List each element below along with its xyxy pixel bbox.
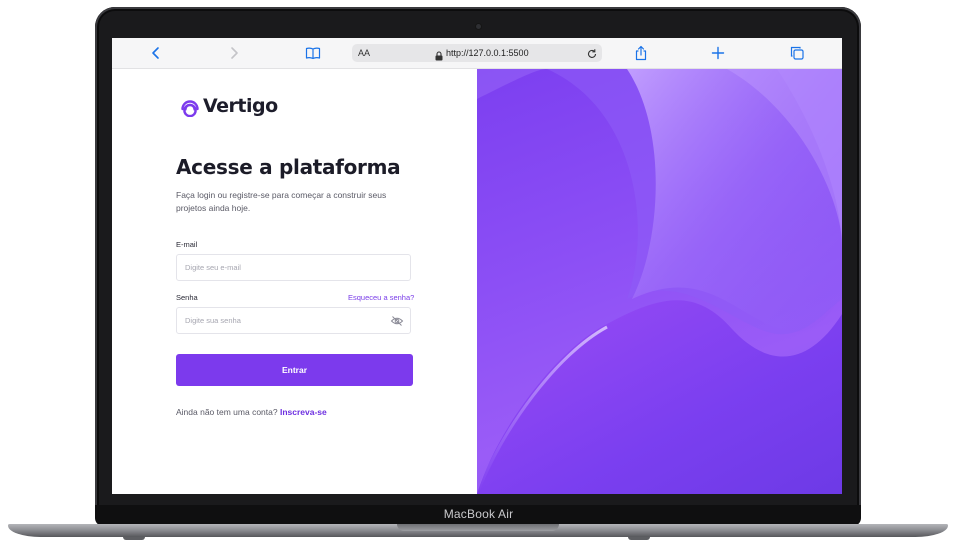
page-title: Acesse a plataforma [176, 155, 401, 179]
laptop-notch [397, 524, 559, 531]
forward-icon[interactable] [226, 45, 242, 61]
email-field-wrapper [176, 254, 411, 281]
signup-prompt: Ainda não tem uma conta? [176, 407, 278, 417]
signup-link[interactable]: Inscreva-se [280, 407, 327, 417]
password-label: Senha [176, 293, 198, 302]
camera-dot [476, 24, 481, 29]
laptop-foot [123, 537, 145, 540]
reload-icon[interactable] [586, 47, 598, 59]
eye-off-icon[interactable] [390, 314, 404, 328]
brand-name: Vertigo [203, 95, 278, 117]
password-field-wrapper [176, 307, 411, 334]
device-label: MacBook Air [443, 507, 514, 521]
brand-logo[interactable]: Vertigo [180, 95, 278, 117]
laptop-foot [628, 537, 650, 540]
submit-button[interactable]: Entrar [176, 354, 413, 386]
tabs-icon[interactable] [789, 45, 805, 61]
email-label: E-mail [176, 240, 198, 249]
forgot-password-link[interactable]: Esqueceu a senha? [348, 293, 414, 302]
reader-text-size[interactable]: AA [358, 48, 370, 58]
signup-row: Ainda não tem uma conta? Inscreva-se [176, 407, 327, 417]
url-text[interactable]: http://127.0.0.1:5500 [446, 48, 529, 58]
hero-artwork [477, 69, 842, 494]
email-field[interactable] [177, 255, 375, 280]
back-icon[interactable] [148, 45, 164, 61]
bookmarks-icon[interactable] [305, 45, 321, 61]
page-subtitle: Faça login ou registre-se para começar a… [176, 190, 387, 213]
password-field[interactable] [177, 308, 375, 333]
new-tab-icon[interactable] [710, 45, 726, 61]
vertigo-logo-icon [181, 100, 199, 117]
share-icon[interactable] [633, 45, 649, 61]
lock-icon [434, 48, 444, 61]
address-bar[interactable]: AA http://127.0.0.1:5500 [352, 44, 602, 62]
screen: AA http://127.0.0.1:5500 Vertigo Acesse … [112, 38, 842, 494]
wave-artwork [477, 69, 842, 494]
login-panel: Vertigo Acesse a plataforma Faça login o… [112, 69, 477, 494]
browser-toolbar: AA http://127.0.0.1:5500 [112, 38, 842, 69]
